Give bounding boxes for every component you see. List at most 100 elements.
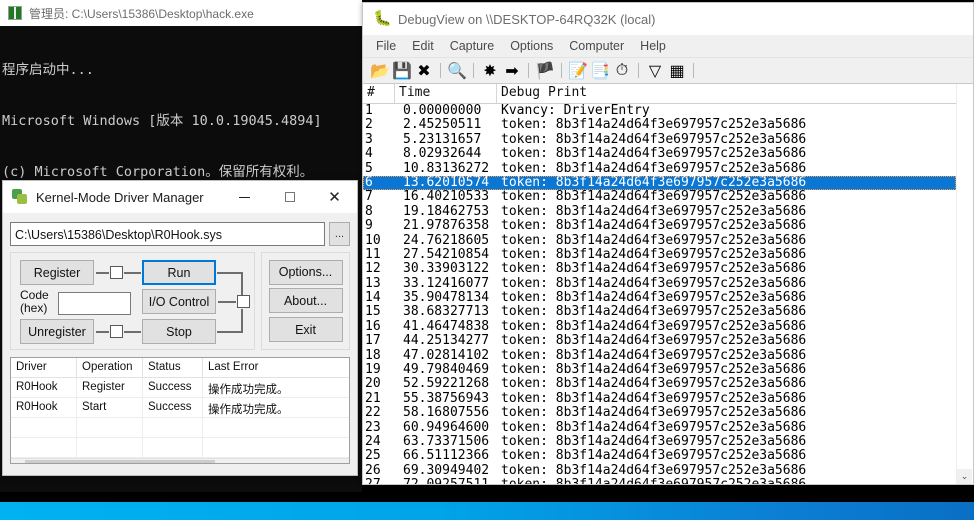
options-button[interactable]: Options... — [268, 259, 343, 285]
debug-row[interactable]: 1 0.00000000 Kvancy: DriverEntry — [363, 103, 956, 118]
debug-row[interactable]: 19 49.79840469 token: 8b3f14a24d64f3e69795… — [363, 362, 956, 377]
unregister-checkbox[interactable] — [110, 325, 123, 338]
debug-row[interactable]: 6 13.62010574 token: 8b3f14a24d64f3e697957… — [363, 175, 956, 191]
autoscroll-icon[interactable]: 📝 — [567, 60, 589, 81]
column-header-index[interactable]: # — [363, 84, 395, 103]
results-table: Driver Operation Status Last Error R0Hoo… — [10, 357, 350, 464]
debug-row-message: token: 8b3f14a24d64f3e697957c252e3a5686 — [501, 290, 807, 306]
column-header-message[interactable]: Debug Print — [497, 84, 956, 103]
debug-row-message: token: 8b3f14a24d64f3e697957c252e3a5686 — [501, 405, 807, 421]
debug-row[interactable]: 2772.09257511token: 8b3f14a24d64f3e69795… — [363, 477, 956, 484]
stop-button[interactable]: Stop — [142, 319, 216, 344]
unregister-button[interactable]: Unregister — [20, 319, 94, 344]
register-button[interactable]: Register — [20, 260, 94, 285]
debug-row[interactable]: 3 5.23131657 token: 8b3f14a24d64f3e697957c… — [363, 131, 956, 147]
table-row[interactable] — [11, 418, 349, 438]
debug-row[interactable]: 20 52.59221268 token: 8b3f14a24d64f3e69795… — [363, 377, 956, 392]
code-hex-input[interactable] — [58, 292, 131, 315]
debugview-vertical-scrollbar[interactable]: ⌄ — [956, 84, 973, 484]
capture-kernel-icon[interactable]: ➡ — [501, 60, 523, 81]
driver-path-input[interactable]: C:\Users\15386\Desktop\R0Hook.sys — [10, 222, 325, 246]
find-icon[interactable]: 🔍 — [446, 60, 468, 81]
debug-row[interactable]: 12 30.33903122 token: 8b3f14a24d64f3e69795… — [363, 261, 956, 276]
highlight-icon[interactable]: ▦ — [666, 60, 688, 81]
capture-events-icon[interactable]: 🏴 — [534, 60, 556, 81]
debug-row[interactable]: 16 41.46474838 token: 8b3f14a24d64f3e69795… — [363, 318, 956, 334]
browse-button[interactable]: ... — [329, 222, 350, 246]
minimize-button[interactable] — [222, 181, 267, 213]
table-row[interactable]: R0Hook Start Success 操作成功完成。 — [11, 398, 349, 418]
wire — [241, 272, 243, 296]
menu-item-computer[interactable]: Computer — [562, 37, 631, 55]
menu-item-capture[interactable]: Capture — [443, 37, 501, 55]
about-button[interactable]: About... — [268, 288, 343, 314]
debug-row-index: 7 — [365, 189, 373, 205]
clear-icon[interactable]: ✖ — [413, 60, 435, 81]
menu-item-edit[interactable]: Edit — [405, 37, 441, 55]
results-horizontal-scrollbar[interactable]: ‹ › — [11, 458, 349, 464]
debug-row-index: 3 — [365, 131, 373, 147]
debug-row[interactable]: 5 10.83136272 token: 8b3f14a24d64f3e697957… — [363, 161, 956, 176]
debug-row[interactable]: 21 55.38756943 token: 8b3f14a24d64f3e69795… — [363, 390, 956, 406]
maximize-button[interactable] — [267, 181, 312, 213]
debug-row[interactable]: 25 66.51112366 token: 8b3f14a24d64f3e69795… — [363, 448, 956, 463]
debug-row[interactable]: 4 8.02932644 token: 8b3f14a24d64f3e697957c… — [363, 146, 956, 161]
wire — [124, 331, 141, 333]
scrollbar-thumb[interactable] — [25, 460, 215, 463]
exit-button[interactable]: Exit — [268, 317, 343, 343]
menu-item-options[interactable]: Options — [503, 37, 560, 55]
column-header-time[interactable]: Time — [395, 84, 497, 103]
debug-row[interactable]: 18 47.02814102 token: 8b3f14a24d64f3e69795… — [363, 347, 956, 363]
debugview-titlebar[interactable]: 🐛 DebugView on \\DESKTOP-64RQ32K (local) — [363, 3, 973, 35]
debug-row[interactable]: 24 63.73371506 token: 8b3f14a24d64f3e69795… — [363, 433, 956, 449]
wire — [241, 309, 243, 333]
debug-row[interactable]: 10 24.76218605 token: 8b3f14a24d64f3e69795… — [363, 233, 956, 248]
debug-output-list[interactable]: # Time Debug Print 1 0.00000000 Kvancy: Dr… — [363, 84, 956, 484]
debug-row[interactable]: 7 16.40210533 token: 8b3f14a24d64f3e697957… — [363, 189, 956, 205]
debug-row-time: 33.12416077 — [403, 275, 490, 291]
find-next-icon[interactable] — [699, 60, 721, 81]
debug-row-time: 38.68327713 — [403, 304, 490, 320]
scroll-left-arrow[interactable]: ‹ — [11, 462, 25, 464]
debug-row-index: 23 — [365, 419, 381, 435]
taskbar[interactable] — [0, 502, 974, 520]
dialog-titlebar[interactable]: Kernel-Mode Driver Manager ✕ — [3, 181, 357, 214]
debug-row[interactable]: 11 27.54210854 token: 8b3f14a24d64f3e69795… — [363, 247, 956, 262]
clock-icon[interactable]: ⏱ — [611, 60, 633, 81]
menu-item-help[interactable]: Help — [633, 37, 673, 55]
cell-driver: R0Hook — [11, 398, 77, 417]
cell-last-error: 操作成功完成。 — [208, 384, 289, 396]
debug-row[interactable]: 23 60.94964600 token: 8b3f14a24d64f3e69795… — [363, 419, 956, 435]
scroll-right-arrow[interactable]: › — [335, 462, 349, 464]
debug-row-time: 63.73371506 — [403, 433, 490, 449]
scrollbar-track[interactable] — [215, 460, 335, 463]
column-header-operation: Operation — [77, 358, 143, 377]
table-row[interactable]: R0Hook Register Success 操作成功完成。 — [11, 378, 349, 398]
debug-row-time: 55.38756943 — [403, 390, 490, 406]
debug-row[interactable]: 14 35.90478134 token: 8b3f14a24d64f3e69795… — [363, 290, 956, 306]
save-icon[interactable]: 💾 — [391, 60, 413, 81]
debug-row[interactable]: 22 58.16807556 token: 8b3f14a24d64f3e69795… — [363, 405, 956, 421]
debug-row[interactable]: 15 38.68327713 token: 8b3f14a24d64f3e69795… — [363, 304, 956, 320]
filter-icon[interactable]: ▽ — [644, 60, 666, 81]
debug-row-message: token: 8b3f14a24d64f3e697957c252e3a5686 — [501, 347, 807, 363]
menu-item-file[interactable]: File — [369, 37, 403, 55]
run-button[interactable]: Run — [142, 260, 216, 285]
table-row[interactable] — [11, 438, 349, 458]
debug-row[interactable]: 9 21.97876358 token: 8b3f14a24d64f3e697957… — [363, 218, 956, 233]
debug-row[interactable]: 8 19.18462753 token: 8b3f14a24d64f3e697957… — [363, 204, 956, 219]
console-titlebar[interactable]: 管理员: C:\Users\15386\Desktop\hack.exe — [0, 0, 362, 26]
debug-row[interactable]: 13 33.12416077 token: 8b3f14a24d64f3e69795… — [363, 275, 956, 291]
register-checkbox[interactable] — [110, 266, 123, 279]
clear-display-icon[interactable]: 📑 — [589, 60, 611, 81]
scroll-down-arrow[interactable]: ⌄ — [957, 469, 972, 484]
debug-row-time: 41.46474838 — [403, 318, 490, 334]
io-control-button[interactable]: I/O Control — [142, 289, 216, 314]
open-icon[interactable]: 📂 — [369, 60, 391, 81]
debug-row[interactable]: 17 44.25134277 token: 8b3f14a24d64f3e69795… — [363, 333, 956, 348]
capture-win32-icon[interactable]: ✸ — [479, 60, 501, 81]
debug-row[interactable]: 2 2.45250511 token: 8b3f14a24d64f3e697957c… — [363, 117, 956, 132]
close-button[interactable]: ✕ — [312, 181, 357, 213]
debug-row[interactable]: 26 69.30949402 token: 8b3f14a24d64f3e69795… — [363, 463, 956, 478]
io-control-checkbox[interactable] — [237, 295, 250, 308]
